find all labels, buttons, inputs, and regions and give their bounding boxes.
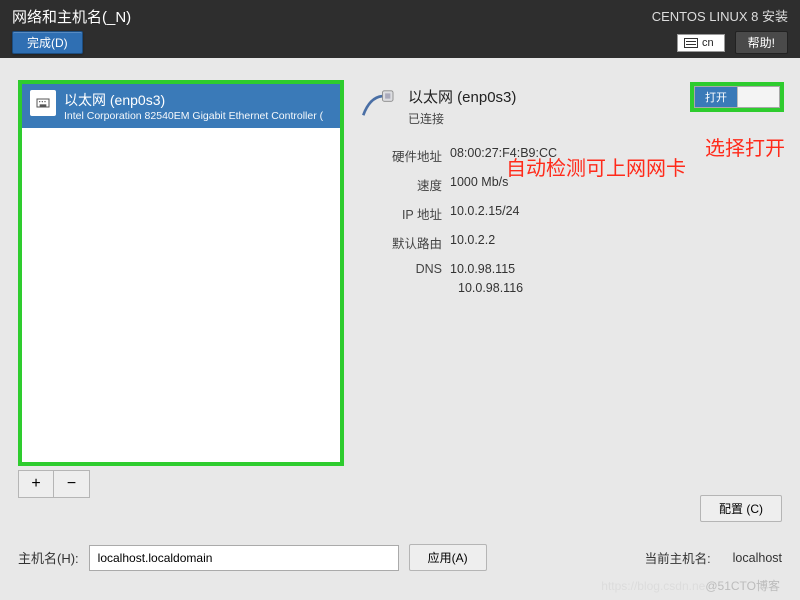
keyboard-indicator[interactable]: cn — [677, 34, 725, 52]
nic-item-subtitle: Intel Corporation 82540EM Gigabit Ethern… — [64, 110, 323, 122]
page-title: 网络和主机名(_N) — [12, 6, 131, 27]
add-nic-button[interactable]: + — [18, 470, 54, 498]
current-hostname-label: 当前主机名: — [645, 548, 711, 567]
current-hostname-value: localhost — [733, 551, 782, 565]
dns-value-1: 10.0.98.115 — [450, 262, 515, 276]
ethernet-cable-icon — [358, 84, 400, 127]
connection-toggle-wrap: 打开 — [690, 82, 784, 112]
connection-toggle[interactable]: 打开 — [694, 86, 780, 108]
ethernet-card-icon — [30, 90, 56, 116]
top-bar: 网络和主机名(_N) 完成(D) CENTOS LINUX 8 安装 cn 帮助… — [0, 0, 800, 58]
route-label: 默认路由 — [358, 233, 450, 252]
watermark-url: https://blog.csdn.ne — [601, 579, 705, 593]
speed-value: 1000 Mb/s — [450, 175, 508, 194]
dns-label: DNS — [358, 262, 450, 276]
hostname-row: 主机名(H): 应用(A) 当前主机名: localhost — [18, 544, 782, 571]
watermark: https://blog.csdn.ne@51CTO博客 — [601, 577, 780, 594]
dns-value-2: 10.0.98.116 — [458, 281, 782, 295]
route-value: 10.0.2.2 — [450, 233, 495, 252]
apply-hostname-button[interactable]: 应用(A) — [409, 544, 487, 571]
installer-title: CENTOS LINUX 8 安装 — [652, 6, 788, 25]
toggle-knob — [737, 87, 779, 107]
nic-details: 以太网 (enp0s3) 已连接 打开 硬件地址 08:00:27:F4:B9:… — [358, 80, 782, 498]
hw-addr-value: 08:00:27:F4:B9:CC — [450, 146, 557, 165]
hw-addr-label: 硬件地址 — [358, 146, 450, 165]
toggle-on-label: 打开 — [695, 87, 737, 107]
nic-status: 已连接 — [408, 110, 516, 127]
content-area: 以太网 (enp0s3) Intel Corporation 82540EM G… — [0, 58, 800, 583]
ip-label: IP 地址 — [358, 204, 450, 223]
hostname-input[interactable] — [89, 545, 399, 571]
nic-list-item[interactable]: 以太网 (enp0s3) Intel Corporation 82540EM G… — [22, 84, 340, 128]
configure-button[interactable]: 配置 (C) — [700, 495, 782, 522]
done-button[interactable]: 完成(D) — [12, 31, 83, 54]
nic-list[interactable]: 以太网 (enp0s3) Intel Corporation 82540EM G… — [18, 80, 344, 466]
keyboard-icon — [684, 38, 698, 48]
hostname-label: 主机名(H): — [18, 548, 79, 567]
speed-label: 速度 — [358, 175, 450, 194]
nic-item-title: 以太网 (enp0s3) — [64, 90, 323, 110]
help-button[interactable]: 帮助! — [735, 31, 788, 54]
keyboard-layout-label: cn — [702, 37, 714, 49]
nic-panel: 以太网 (enp0s3) Intel Corporation 82540EM G… — [18, 80, 344, 498]
ip-value: 10.0.2.15/24 — [450, 204, 520, 223]
nic-name: 以太网 (enp0s3) — [408, 86, 516, 107]
watermark-brand: @51CTO博客 — [705, 579, 780, 593]
remove-nic-button[interactable]: − — [54, 470, 90, 498]
